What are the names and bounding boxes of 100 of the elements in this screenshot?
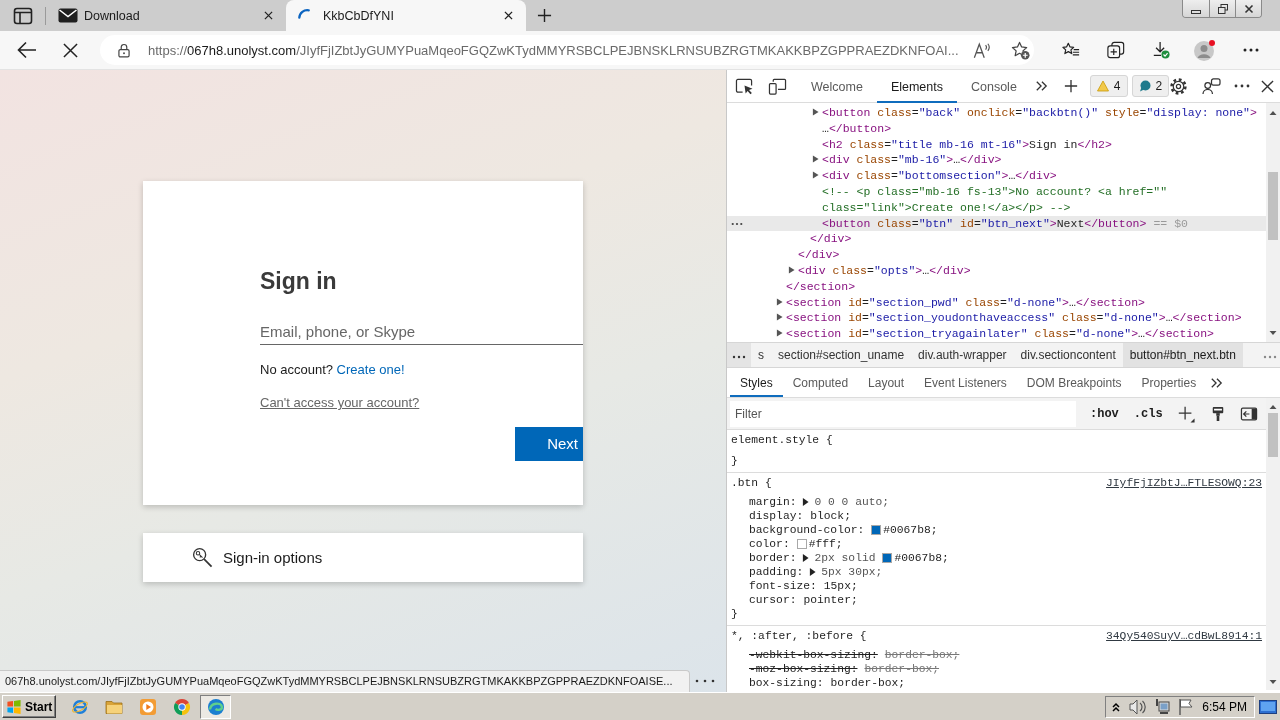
star-plus-icon[interactable] [1011,40,1030,60]
create-account-link[interactable]: Create one! [336,362,405,377]
download-icon[interactable] [1152,41,1170,59]
css-property[interactable]: margin: [749,495,797,509]
more-icon[interactable] [1234,84,1251,88]
source-link[interactable]: 34Qy540SuyV…cdBwL8914:1 [1106,629,1262,643]
monitor-icon[interactable] [1259,698,1277,715]
more-icon[interactable] [1243,48,1259,52]
source-link[interactable]: JIyfFjIZbtJ…FTLESOWQ:23 [1106,476,1262,490]
restore-button[interactable] [1209,0,1235,17]
flag-icon[interactable] [1178,697,1195,716]
css-value[interactable]: pointer; [803,593,858,607]
close-icon[interactable] [1261,79,1275,93]
dom-node[interactable]: <button class="btn" id="btn_next">Next</button> == $0 [727,215,1266,232]
settings-icon[interactable] [1169,76,1189,96]
back-arrow-icon[interactable] [17,41,37,59]
css-property[interactable]: font-size: [749,579,817,593]
close-button[interactable] [1235,0,1261,17]
lock-icon[interactable] [118,42,130,58]
css-value[interactable]: #0067b8; [894,551,949,565]
css-property[interactable]: border: [749,551,797,565]
devtools-tab[interactable]: Elements [876,70,957,103]
dom-node[interactable]: <div class="opts">…</div> [727,262,1266,279]
plus-icon[interactable] [1063,79,1078,93]
messages-badge[interactable]: 2 [1131,75,1170,97]
dom-node[interactable]: <section id="section_pwd" class="d-none">…</section> [727,294,1266,311]
dom-node[interactable]: <!-- <p class="mb-16 fs-13">No account? <a href="" class="link">Create one!</a></p> --> [727,184,1266,216]
scrollbar[interactable] [1266,398,1280,690]
clock[interactable]: 6:54 PM [1202,699,1247,714]
warnings-badge[interactable]: 4 [1089,75,1128,97]
sidebar-tab[interactable]: Computed [782,368,859,397]
breadcrumb[interactable]: div.sectioncontent [1013,343,1123,367]
plus-icon[interactable] [1176,404,1195,423]
toggle-button[interactable]: .cls [1132,406,1164,421]
breadcrumb[interactable]: button#btn_next.btn [1122,343,1243,367]
expand-triangle-icon[interactable] [812,155,819,164]
minimize-button[interactable] [1183,0,1209,17]
sidebar-tab[interactable]: Layout [858,368,915,397]
star-list-icon[interactable] [1062,41,1080,59]
css-property[interactable]: padding: [749,565,804,579]
dom-node[interactable]: <div class="bottomsection">…</div> [727,168,1266,184]
css-property[interactable]: cursor: [749,593,797,607]
devtools-tab[interactable]: Welcome [797,70,877,103]
color-swatch-icon[interactable] [882,553,893,563]
css-value[interactable]: block; [810,509,851,523]
css-property[interactable]: -webkit-box-sizing: [749,648,878,662]
next-button[interactable]: Next [515,427,583,461]
ellipsis-icon[interactable] [731,221,743,226]
expand-triangle-icon[interactable] [812,108,819,116]
avatar-icon[interactable] [1194,39,1216,61]
breadcrumb[interactable]: div.auth-wrapper [911,343,1014,367]
chevron-up-icon[interactable] [1112,701,1121,712]
dom-node[interactable]: <button class="back" onclick="backbtn()" style="display: none"> …</button> [727,105,1266,137]
css-property[interactable]: display: [749,509,804,523]
window-panel-icon[interactable] [13,6,33,25]
css-value[interactable]: border-box; [884,648,960,662]
double-chevron-icon[interactable] [1210,376,1224,389]
expand-triangle-icon[interactable] [802,498,810,506]
person-bubble-icon[interactable] [1202,77,1222,95]
read-aloud-icon[interactable] [973,41,991,59]
taskbar-app-button[interactable] [200,694,231,719]
filter-field[interactable]: Filter [730,400,1076,427]
network-icon[interactable] [1154,698,1171,715]
dom-node[interactable]: <div class="mb-16">…</div> [727,152,1266,169]
css-property[interactable]: color: [749,537,790,551]
close-icon[interactable] [63,42,78,58]
double-chevron-icon[interactable] [1034,80,1048,92]
sidebar-tab[interactable]: Event Listeners [914,368,1017,397]
dom-node[interactable]: <section id="section_youdonthaveaccess" class="d-none">…</section> [727,310,1266,327]
color-swatch-icon[interactable] [796,539,807,549]
toggle-button[interactable]: :hov [1089,406,1120,421]
start-button[interactable]: Start [2,695,56,718]
css-value[interactable]: #0067b8; [883,523,938,537]
breadcrumb[interactable]: section#section_uname [771,343,912,367]
cant-access-link[interactable]: Can't access your account? [260,393,420,413]
css-selector[interactable]: .btn { [731,476,772,490]
css-property[interactable]: background-color: [749,523,865,537]
close-icon[interactable] [264,11,273,20]
css-value[interactable]: 0 0 0 auto; [814,495,890,509]
address-field[interactable]: https://067h8.unolyst.com/JIyfFjIZbtJyGUMYPuaMqeoFGQZwKTydMMYRSBCLPEJBNSKLRNSUBZRGTMKAKKBPZGPPRAEZDKNFOAI... [100,35,1034,65]
browser-tab[interactable]: KkbCbDfYNI [286,0,526,31]
inspect-icon[interactable] [735,77,754,95]
ellipsis-icon[interactable] [695,679,715,683]
css-property[interactable]: -moz-box-sizing: [749,662,858,676]
email-field[interactable]: Email, phone, or Skype [260,318,583,345]
expand-triangle-icon[interactable] [776,329,783,338]
css-value[interactable]: 15px; [823,579,858,593]
plus-icon[interactable] [537,8,552,23]
close-icon[interactable] [504,11,513,20]
css-value[interactable]: border-box; [830,676,906,690]
dom-closing-tag[interactable]: </div> [727,231,1266,248]
dom-node[interactable]: <h2 class="title mb-16 mt-16">Sign in</h2> [727,136,1266,153]
expand-triangle-icon[interactable] [802,554,810,562]
scrollbar[interactable] [1266,103,1280,342]
device-icon[interactable] [768,77,787,95]
css-property[interactable]: box-sizing: [749,676,824,690]
expand-triangle-icon[interactable] [812,171,819,180]
dom-node[interactable]: <section id="section_tryagainlater" class="d-none">…</section> [727,326,1266,342]
sign-in-options-button[interactable]: Sign-in options [143,533,583,582]
squares-plus-icon[interactable] [1107,41,1125,59]
